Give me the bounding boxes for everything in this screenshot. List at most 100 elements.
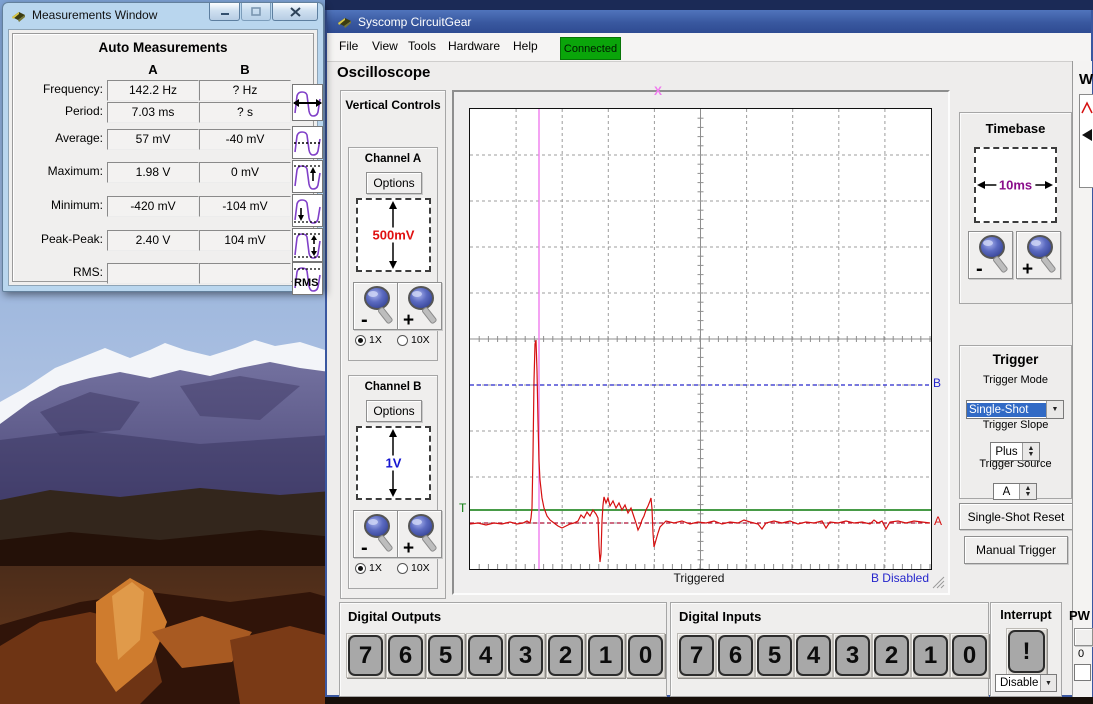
digital-output-bit-6[interactable]: 6: [386, 633, 425, 678]
radio-10x[interactable]: [397, 335, 408, 346]
chevron-down-icon[interactable]: ▼: [1046, 401, 1063, 418]
timebase-value: 10ms: [996, 178, 1035, 193]
trigger-slope-spinbox[interactable]: Plus ▲▼: [990, 442, 1040, 461]
interrupt-panel: Interrupt ! Disable ▼: [990, 602, 1062, 697]
channel-b-probe-1x[interactable]: 1X: [355, 562, 382, 574]
digital-output-bit-4[interactable]: 4: [466, 633, 505, 678]
digital-output-bit-0[interactable]: 0: [626, 633, 665, 678]
radio-1x-selected[interactable]: [355, 563, 366, 574]
channel-a-zoom-out-button[interactable]: -: [353, 282, 398, 330]
channel-b-zoom-in-button[interactable]: +: [397, 510, 442, 558]
row-label: Frequency:: [15, 82, 103, 96]
digital-input-bit-1[interactable]: 1: [911, 633, 950, 678]
row-label: RMS:: [15, 265, 103, 279]
titlebar[interactable]: Syscomp CircuitGear: [327, 10, 1091, 33]
channel-b-range-box[interactable]: 1V: [356, 426, 431, 500]
measurement-value-a: 7.03 ms: [107, 102, 199, 123]
channel-a-probe-1x[interactable]: 1X: [355, 334, 382, 346]
close-button[interactable]: [272, 3, 318, 21]
window-title: Syscomp CircuitGear: [358, 15, 471, 29]
window-controls: [208, 3, 318, 21]
row-label: Period:: [15, 104, 103, 118]
channel-a-label: Channel A: [349, 153, 437, 165]
digital-output-bit-3[interactable]: 3: [506, 633, 545, 678]
trigger-mode-combobox[interactable]: Single-Shot ▼: [966, 400, 1064, 419]
trigger-panel: Trigger Trigger Mode Single-Shot ▼ Trigg…: [959, 345, 1072, 499]
svg-text:+: +: [403, 310, 414, 327]
app-icon: [337, 15, 352, 28]
channel-a-zoom-in-button[interactable]: +: [397, 282, 442, 330]
resize-grip[interactable]: [930, 574, 946, 589]
channel-a-ref-label[interactable]: A: [934, 514, 942, 528]
trigger-source-spinbox[interactable]: A ▲▼: [993, 483, 1037, 500]
digital-input-bit-5[interactable]: 5: [755, 633, 794, 678]
magnifier-minus-icon: -: [973, 234, 1009, 276]
maximize-button[interactable]: [241, 3, 271, 21]
digital-input-bit-3[interactable]: 3: [833, 633, 872, 678]
digital-output-bit-2[interactable]: 2: [546, 633, 585, 678]
manual-trigger-button[interactable]: Manual Trigger: [964, 536, 1068, 564]
minimize-button[interactable]: [209, 3, 240, 21]
trigger-slope-label: Trigger Slope: [960, 419, 1071, 431]
trigger-slope-value: Plus: [991, 443, 1022, 460]
app-icon: [11, 9, 26, 22]
trigger-mode-value: Single-Shot: [967, 403, 1046, 417]
timebase-range-box[interactable]: 10ms: [974, 147, 1057, 223]
oscilloscope-heading: Oscilloscope: [337, 64, 430, 81]
menu-file[interactable]: File: [339, 39, 358, 53]
magnifier-plus-icon: +: [402, 513, 438, 555]
chevron-down-icon[interactable]: ▼: [1040, 675, 1056, 691]
digital-input-bit-0[interactable]: 0: [950, 633, 989, 678]
measurements-titlebar[interactable]: Measurements Window: [11, 8, 157, 22]
connected-indicator[interactable]: Connected: [560, 37, 621, 60]
channel-b-options-button[interactable]: Options: [366, 400, 422, 422]
digital-output-bit-1[interactable]: 1: [586, 633, 625, 678]
measurement-value-b: -104 mV: [199, 196, 291, 217]
scope-plot: [470, 109, 931, 569]
measurement-value-b: [199, 263, 291, 284]
digital-input-bit-2[interactable]: 2: [872, 633, 911, 678]
trigger-level-label[interactable]: T: [459, 501, 466, 515]
pwm-panel: PW 0: [1065, 602, 1091, 695]
vertical-controls-panel: Vertical Controls Channel A Options 500m…: [340, 90, 446, 599]
channel-b-label: Channel B: [349, 381, 437, 393]
channel-b-ref-label[interactable]: B: [933, 376, 941, 390]
channel-b-probe-10x[interactable]: 10X: [397, 562, 430, 574]
menu-hardware[interactable]: Hardware: [448, 39, 500, 53]
digital-output-bit-5[interactable]: 5: [426, 633, 465, 678]
channel-a-range-box[interactable]: 500mV: [356, 198, 431, 272]
channel-a-probe-10x[interactable]: 10X: [397, 334, 430, 346]
timebase-zoom-out-button[interactable]: -: [968, 231, 1013, 279]
menu-view[interactable]: View: [372, 39, 398, 53]
cursor-x-label[interactable]: X: [654, 84, 662, 98]
interrupt-button[interactable]: !: [1006, 628, 1047, 675]
waveform-preview-box: [1079, 94, 1093, 188]
digital-input-bit-4[interactable]: 4: [794, 633, 833, 678]
channel-a-options-button[interactable]: Options: [366, 172, 422, 194]
timebase-zoom-in-button[interactable]: +: [1016, 231, 1061, 279]
spinner-arrows-icon[interactable]: ▲▼: [1019, 484, 1036, 499]
waveform-preview-icon: [1080, 95, 1093, 187]
measurements-window: Measurements Window Auto Measurements A …: [2, 2, 324, 292]
trigger-mode-label: Trigger Mode: [960, 374, 1071, 386]
average-wave-icon: [292, 126, 323, 159]
menu-tools[interactable]: Tools: [408, 39, 436, 53]
digital-input-bit-7[interactable]: 7: [677, 633, 716, 678]
interrupt-mode-select[interactable]: Disable ▼: [995, 674, 1057, 692]
pwm-select-partial[interactable]: [1074, 664, 1091, 681]
single-shot-reset-button[interactable]: Single-Shot Reset: [959, 503, 1073, 530]
timebase-panel: Timebase 10ms - +: [959, 112, 1072, 304]
scope-canvas[interactable]: [469, 108, 932, 570]
radio-10x[interactable]: [397, 563, 408, 574]
radio-1x-selected[interactable]: [355, 335, 366, 346]
column-a-header: A: [109, 62, 197, 77]
svg-text:+: +: [403, 538, 414, 555]
spinner-arrows-icon[interactable]: ▲▼: [1022, 443, 1039, 460]
channel-b-zoom-out-button[interactable]: -: [353, 510, 398, 558]
pwm-button-partial[interactable]: [1074, 628, 1093, 646]
row-label: Minimum:: [15, 198, 103, 212]
digital-output-bit-7[interactable]: 7: [346, 633, 385, 678]
menu-help[interactable]: Help: [513, 39, 538, 53]
svg-text:-: -: [361, 537, 368, 555]
digital-input-bit-6[interactable]: 6: [716, 633, 755, 678]
